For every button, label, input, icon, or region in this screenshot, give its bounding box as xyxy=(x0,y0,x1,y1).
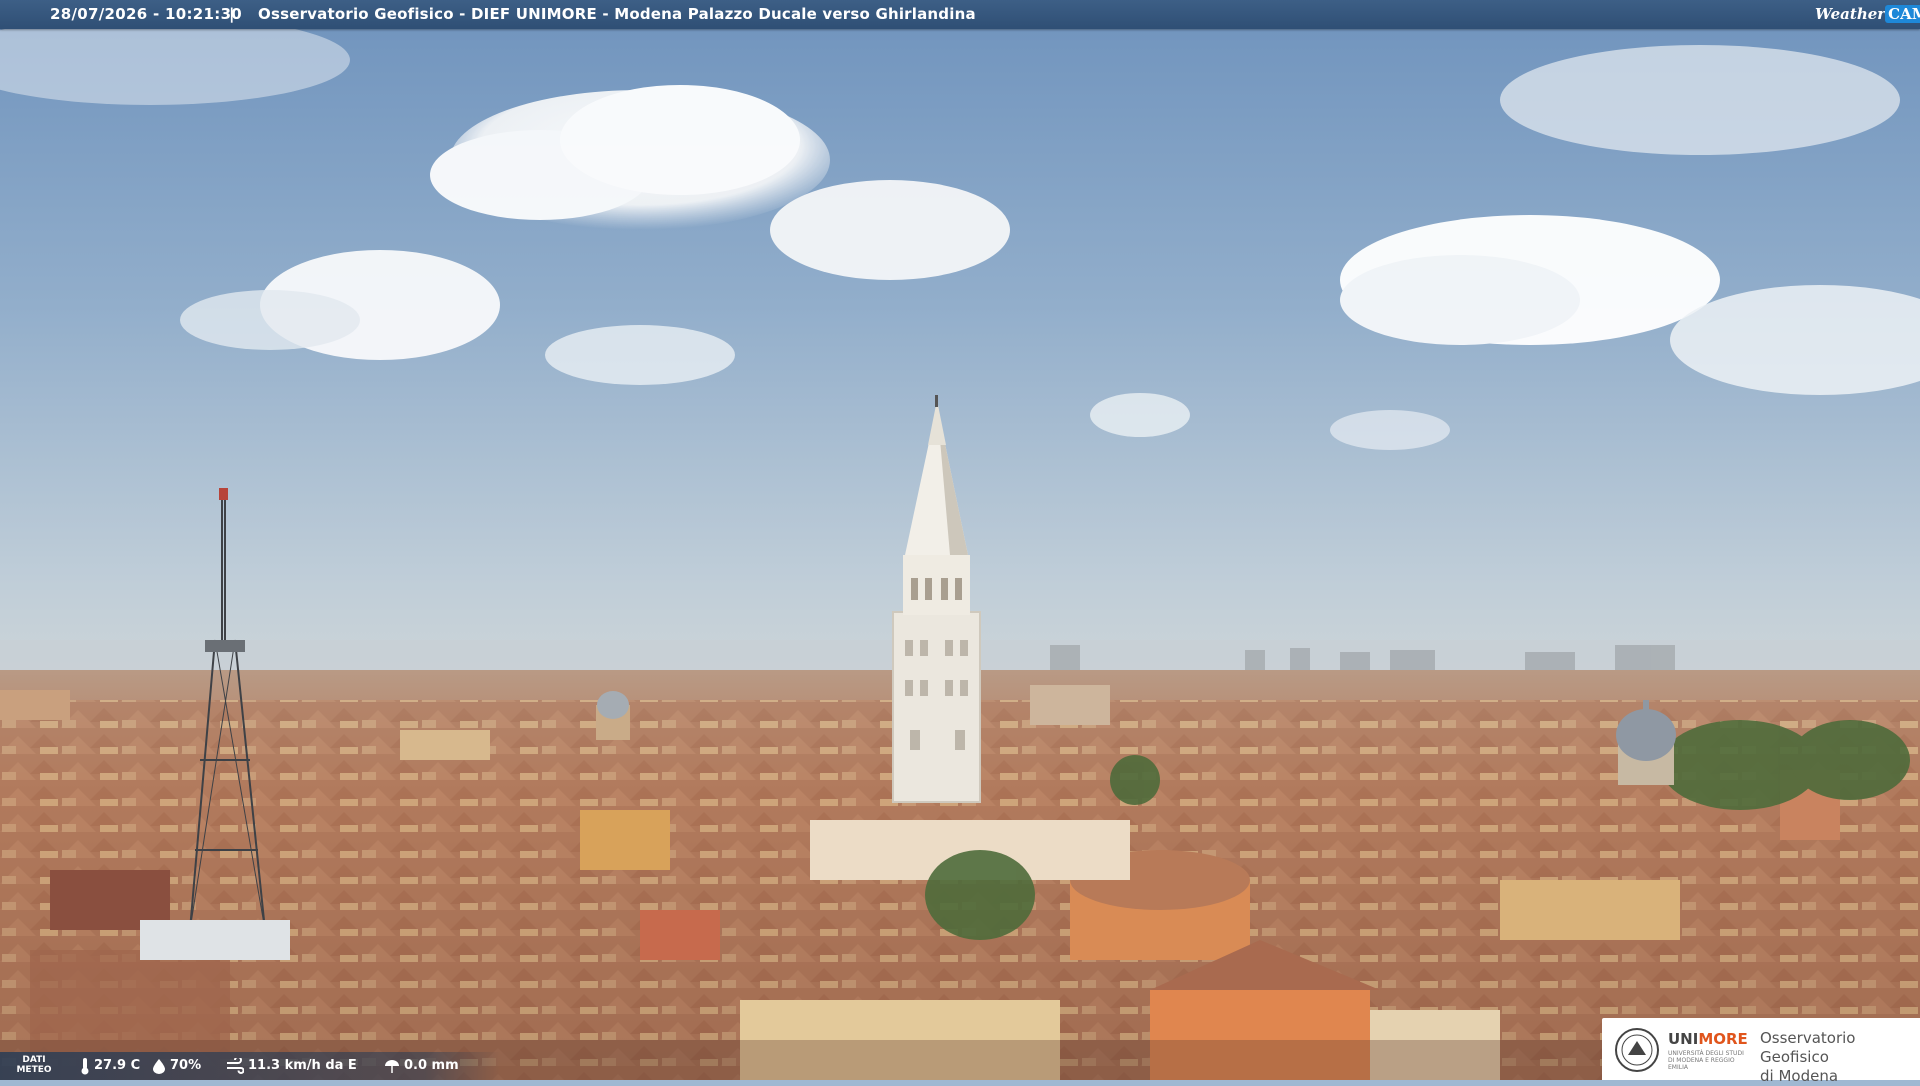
header-separator: | xyxy=(229,5,235,23)
weathercam-logo: WeatherCAM xyxy=(1815,0,1920,29)
droplet-icon xyxy=(153,1058,165,1074)
timestamp: 28/07/2026 - 10:21:30 xyxy=(50,5,243,23)
rain-icon xyxy=(385,1059,399,1073)
temperature-reading: 27.9 C xyxy=(80,1052,140,1080)
observatory-name: Osservatorio Geofisico di Modena xyxy=(1760,1029,1856,1085)
humidity-reading: 70% xyxy=(152,1052,201,1080)
weather-data-bar: DATI METEO 27.9 C 70% 11.3 km/h da E 0.0… xyxy=(0,1052,500,1080)
unimore-wordmark: UNIMORE xyxy=(1668,1030,1748,1048)
weather-label: DATI METEO xyxy=(16,1055,52,1075)
university-subtitle: UNIVERSITÀ DEGLI STUDI DI MODENA E REGGI… xyxy=(1668,1050,1744,1071)
wind-reading: 11.3 km/h da E xyxy=(226,1052,357,1080)
university-seal-icon xyxy=(1615,1028,1659,1072)
wind-icon xyxy=(227,1055,245,1074)
camera-title: Osservatorio Geofisico - DIEF UNIMORE - … xyxy=(258,5,976,23)
camera-header: 28/07/2026 - 10:21:30 | Osservatorio Geo… xyxy=(0,0,1920,29)
webcam-image xyxy=(0,0,1920,1080)
rain-reading: 0.0 mm xyxy=(384,1052,459,1080)
unimore-logo: UNIMORE UNIVERSITÀ DEGLI STUDI DI MODENA… xyxy=(1602,1018,1920,1085)
small-dome xyxy=(596,691,630,740)
thermometer-icon xyxy=(81,1057,89,1074)
